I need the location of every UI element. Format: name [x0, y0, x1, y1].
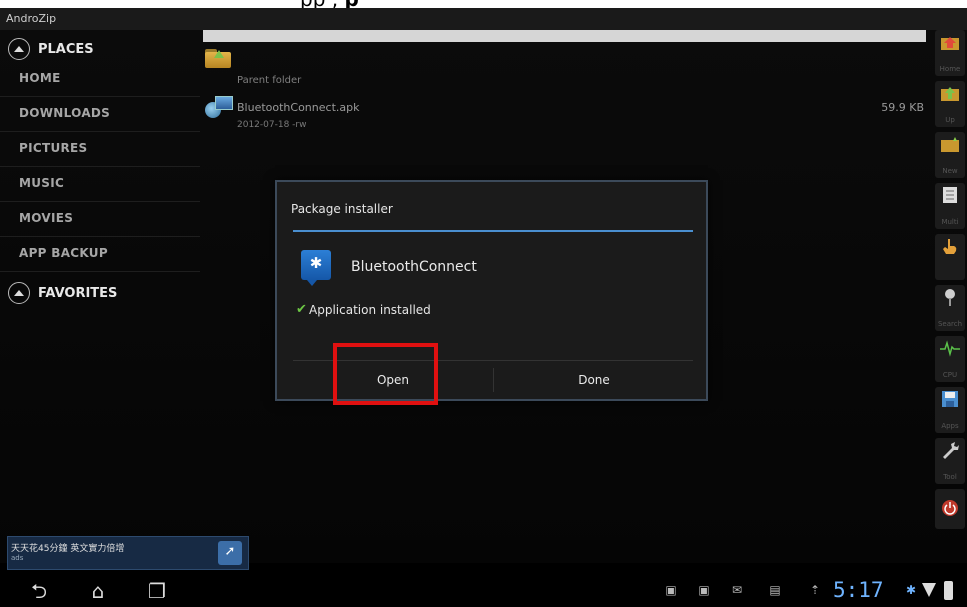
path-bar	[203, 30, 926, 42]
file-meta: 2012-07-18 -rw	[237, 120, 307, 130]
signal-icon	[922, 583, 936, 599]
multi-select-button[interactable]: Multi	[935, 183, 965, 229]
places-header[interactable]: PLACES	[8, 36, 94, 62]
clock[interactable]: 5:17	[833, 578, 884, 602]
toolbar-label: Up	[945, 116, 955, 124]
sd-card-icon[interactable]: ▤	[768, 583, 782, 597]
hand-button[interactable]	[935, 234, 965, 280]
toolbar-label: Home	[939, 65, 961, 73]
home-folder-button[interactable]: Home	[935, 30, 965, 76]
notification-bag-icon[interactable]: ▣	[664, 583, 678, 597]
favorites-label: FAVORITES	[38, 285, 118, 301]
toolbar-label: Search	[937, 320, 963, 328]
upload-icon[interactable]: ⇡	[808, 583, 822, 597]
sidebar-item-movies[interactable]: MOVIES	[0, 203, 200, 237]
app-title: AndroZip	[6, 12, 57, 25]
install-status: Application installed	[309, 303, 431, 317]
folder-up-icon	[205, 46, 231, 68]
done-button-label: Done	[578, 373, 610, 387]
file-name: BluetoothConnect.apk	[237, 101, 360, 114]
places-label: PLACES	[38, 41, 94, 57]
dialog-title: Package installer	[291, 202, 393, 216]
ad-open-button[interactable]: ➚	[218, 541, 242, 565]
sidebar-item-label: MUSIC	[19, 176, 65, 190]
cpu-icon	[940, 340, 960, 357]
search-button[interactable]: Search	[935, 285, 965, 331]
power-icon	[942, 500, 958, 516]
sidebar-item-home[interactable]: HOME	[0, 63, 200, 97]
right-toolbar: Home Up New Multi Search CPU Apps Tool	[932, 30, 967, 540]
collapse-icon	[8, 282, 30, 304]
recent-apps-icon[interactable]: ❐	[142, 577, 172, 605]
open-button-highlight	[333, 343, 438, 405]
notification-bag-icon[interactable]: ▣	[697, 583, 711, 597]
sidebar-item-label: APP BACKUP	[19, 246, 108, 260]
ad-subtext: ads	[11, 554, 24, 562]
toolbar-label: Multi	[941, 218, 959, 226]
arrow-icon: ➚	[224, 544, 236, 559]
apps-button[interactable]: Apps	[935, 387, 965, 433]
home-icon[interactable]: ⌂	[83, 577, 113, 605]
toolbar-label: Apps	[941, 422, 959, 430]
file-size: 59.9 KB	[881, 101, 924, 114]
up-folder-button[interactable]: Up	[935, 81, 965, 127]
apk-icon	[205, 94, 233, 120]
save-icon	[942, 391, 958, 407]
sidebar-item-label: DOWNLOADS	[19, 106, 111, 120]
caption-strip: pp , p	[0, 0, 967, 8]
file-name: Parent folder	[237, 75, 302, 86]
toolbar-label: Tool	[943, 473, 957, 481]
tool-button[interactable]: Tool	[935, 438, 965, 484]
favorites-header[interactable]: FAVORITES	[8, 280, 117, 306]
sidebar: PLACES HOME DOWNLOADS PICTURES MUSIC MOV…	[0, 30, 200, 530]
search-icon	[945, 289, 955, 306]
multi-select-icon	[943, 187, 957, 203]
sidebar-item-label: HOME	[19, 71, 61, 85]
hand-icon	[943, 239, 957, 254]
sidebar-item-label: PICTURES	[19, 141, 88, 155]
caption-text: pp , p	[300, 0, 359, 8]
battery-icon	[944, 581, 953, 600]
file-row-apk[interactable]: BluetoothConnect.apk 2012-07-18 -rw 59.9…	[203, 94, 926, 136]
system-bar: ⮌ ⌂ ❐ ▣ ▣ ✉ ▤ ⇡ 5:17 ✱	[0, 575, 967, 607]
sidebar-item-downloads[interactable]: DOWNLOADS	[0, 98, 200, 132]
app-name: BluetoothConnect	[351, 259, 477, 275]
new-folder-button[interactable]: New	[935, 132, 965, 178]
ad-text: 天天花45分鐘 英文實力倍增	[11, 544, 125, 554]
collapse-icon	[8, 38, 30, 60]
sidebar-item-label: MOVIES	[19, 211, 74, 225]
cpu-button[interactable]: CPU	[935, 336, 965, 382]
toolbar-label: New	[942, 167, 958, 175]
toolbar-label: CPU	[942, 371, 958, 379]
file-row-parent[interactable]: Parent folder	[203, 44, 926, 90]
power-button[interactable]	[935, 489, 965, 529]
bluetooth-icon: ✱	[301, 250, 331, 286]
sidebar-item-music[interactable]: MUSIC	[0, 168, 200, 202]
bluetooth-status-icon: ✱	[906, 583, 917, 597]
new-folder-icon	[941, 137, 959, 152]
sidebar-item-app-backup[interactable]: APP BACKUP	[0, 238, 200, 272]
app-titlebar: AndroZip	[0, 8, 967, 30]
tool-icon	[943, 442, 959, 459]
up-folder-icon	[941, 87, 959, 101]
done-button[interactable]: Done	[494, 361, 694, 401]
ad-banner[interactable]: 天天花45分鐘 英文實力倍增 ads ➚	[7, 536, 249, 570]
back-icon[interactable]: ⮌	[24, 577, 54, 605]
dialog-divider	[293, 230, 693, 232]
check-icon: ✔	[296, 302, 307, 317]
sidebar-item-pictures[interactable]: PICTURES	[0, 133, 200, 167]
mail-icon[interactable]: ✉	[730, 583, 744, 597]
home-folder-icon	[941, 37, 959, 50]
